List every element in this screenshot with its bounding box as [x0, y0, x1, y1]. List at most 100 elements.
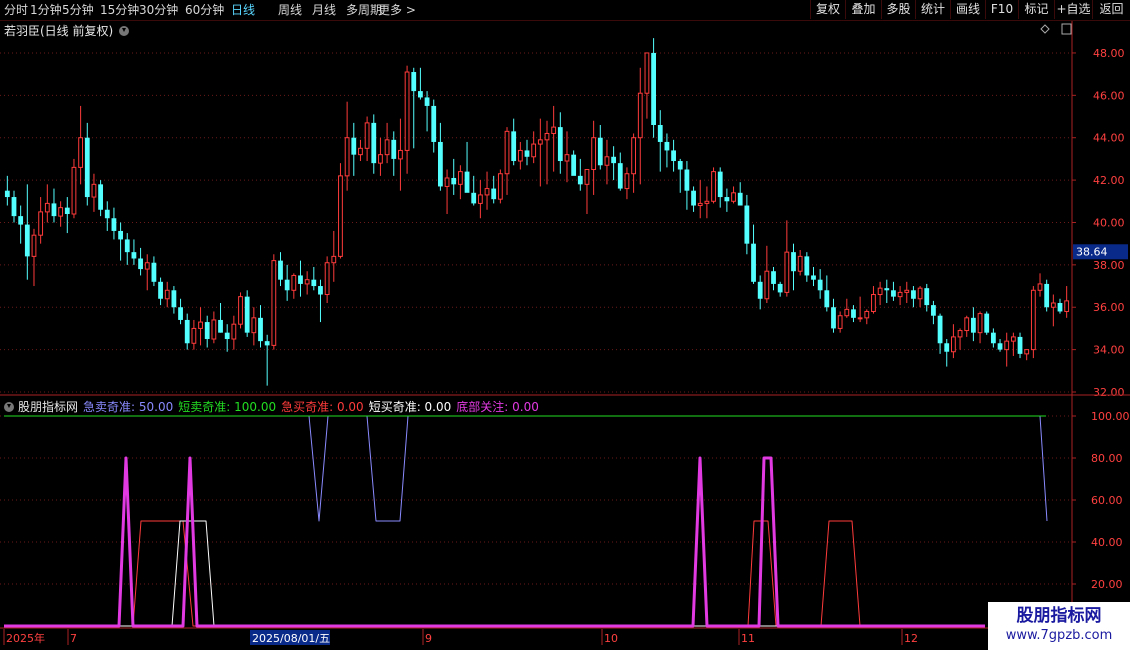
indicator-param-2: 急买奇准: 0.00 — [281, 400, 364, 414]
price-tick-label: 44.00 — [1093, 132, 1125, 145]
candle-body — [771, 271, 776, 284]
period-tab-9[interactable]: 多周期 — [346, 2, 382, 18]
indicator-dropdown-icon[interactable] — [4, 402, 14, 412]
candle — [111, 207, 117, 240]
indicator-series-line — [4, 520, 985, 627]
price-tick-label: 34.00 — [1093, 344, 1125, 357]
candle-body — [431, 105, 437, 142]
candle — [131, 239, 137, 265]
indicator-title: 股朋指标网 急卖奇准: 50.00 短卖奇准: 100.00 急买奇准: 0.00 短买… — [4, 398, 544, 415]
candle — [284, 264, 290, 301]
candle-body — [644, 52, 650, 94]
candle — [504, 127, 510, 195]
candle-body — [937, 315, 943, 344]
toolbar-button-0[interactable]: 复权 — [810, 0, 845, 19]
candle — [511, 118, 517, 166]
candle-body — [91, 183, 97, 198]
candle — [11, 190, 17, 223]
candle-body — [118, 230, 123, 240]
candle — [451, 158, 457, 195]
toolbar-button-7[interactable]: +自选 — [1054, 0, 1092, 19]
toolbar-button-8[interactable]: 返回 — [1092, 0, 1130, 19]
candle-body — [804, 256, 810, 276]
candle — [124, 233, 130, 265]
candle — [204, 315, 210, 348]
period-tab-2[interactable]: 5分钟 — [62, 2, 94, 18]
candle — [817, 269, 823, 299]
period-tab-6[interactable]: 日线 — [231, 2, 255, 18]
toolbar-button-3[interactable]: 统计 — [915, 0, 950, 19]
candle — [58, 201, 64, 227]
toolbar-button-2[interactable]: 多股 — [881, 0, 915, 19]
candle — [564, 131, 570, 183]
candle-body — [1004, 340, 1010, 351]
candle-body — [291, 274, 297, 291]
period-tab-7[interactable]: 周线 — [278, 2, 302, 18]
candle-body — [791, 252, 796, 272]
candle — [318, 279, 323, 323]
candle-body — [637, 92, 643, 139]
candle — [164, 281, 170, 308]
candlesticks[interactable] — [4, 38, 1070, 386]
candle — [911, 286, 916, 308]
toolbar-button-5[interactable]: F10 — [985, 0, 1018, 19]
period-tab-4[interactable]: 30分钟 — [139, 2, 178, 18]
candle-body — [591, 137, 597, 170]
candle-body — [151, 262, 157, 282]
candle-body — [851, 309, 856, 318]
candle-body — [611, 156, 617, 164]
candle-body — [784, 251, 790, 293]
toolbar-button-6[interactable]: 标记 — [1018, 0, 1054, 19]
chart-canvas[interactable]: 48.00 46.00 44.00 42.00 40.00 38.00 36.00 34.00… — [0, 0, 1130, 650]
candle-body — [557, 127, 563, 162]
date-label: 11 — [741, 632, 755, 645]
candle — [704, 186, 710, 219]
candle — [884, 279, 890, 303]
candle — [431, 99, 437, 153]
period-tab-8[interactable]: 月线 — [312, 2, 336, 18]
indicator-tick-label: 100.00 — [1091, 410, 1130, 423]
candle — [604, 139, 610, 185]
candle — [751, 224, 756, 284]
candle — [224, 324, 230, 352]
candle — [664, 133, 670, 168]
candle-body — [684, 169, 690, 191]
period-tab-5[interactable]: 60分钟 — [185, 2, 224, 18]
candle — [18, 205, 24, 244]
candle-body — [711, 171, 716, 202]
toolbar-button-4[interactable]: 画线 — [950, 0, 985, 19]
candle — [91, 173, 97, 212]
candle-body — [238, 296, 243, 325]
candle — [697, 180, 703, 219]
candle-body — [437, 141, 443, 187]
period-tab-3[interactable]: 15分钟 — [100, 2, 139, 18]
period-tab-0[interactable]: 分时 — [4, 2, 28, 18]
period-tab-1[interactable]: 1分钟 — [30, 2, 62, 18]
candle-body — [451, 177, 457, 185]
candle-body — [1057, 303, 1063, 312]
candle — [970, 307, 976, 342]
indicator-param-label: 急卖奇准: — [83, 400, 136, 414]
indicator-param-label: 急买奇准: — [281, 400, 334, 414]
candle-body — [18, 216, 24, 225]
candle-body — [211, 319, 217, 340]
toolbar-button-1[interactable]: 叠加 — [845, 0, 881, 19]
candle-body — [298, 275, 303, 284]
candle — [151, 256, 157, 287]
candle — [544, 120, 550, 185]
candle — [957, 328, 963, 350]
candle — [691, 186, 696, 212]
candle — [424, 91, 430, 132]
indicator-param-value: 0.00 — [333, 400, 364, 414]
candle — [877, 281, 883, 306]
candle — [38, 197, 44, 244]
period-tab-10[interactable]: 更多 > — [378, 2, 416, 18]
candle — [497, 169, 503, 204]
dropdown-icon[interactable] — [119, 26, 130, 36]
candle-body — [358, 147, 363, 156]
candle-body — [231, 323, 237, 340]
indicator-param-value: 0.00 — [420, 400, 452, 414]
candle — [711, 167, 716, 204]
candle — [804, 252, 810, 282]
candle-body — [1044, 283, 1050, 308]
